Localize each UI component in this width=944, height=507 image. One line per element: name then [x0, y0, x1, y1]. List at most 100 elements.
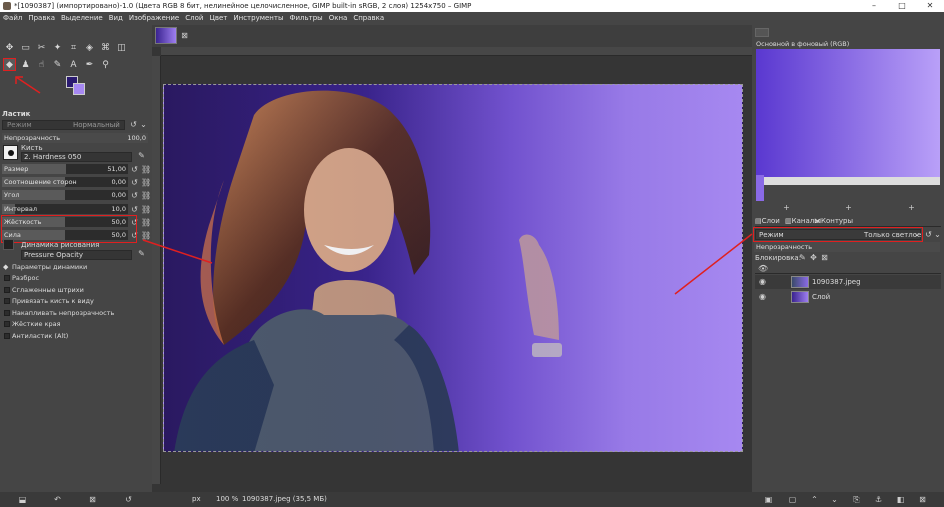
crop-tool-icon[interactable]: ⌗ — [67, 41, 80, 54]
dynamics-field[interactable]: Pressure Opacity — [21, 250, 132, 260]
menu-filters[interactable]: Фильтры — [286, 12, 325, 25]
window-title: *[1090387] (импортировано)-1.0 (Цвета RG… — [14, 2, 472, 10]
zoom-select[interactable]: 100 % — [216, 492, 238, 507]
menu-colors[interactable]: Цвет — [206, 12, 230, 25]
minimize-button[interactable]: – — [860, 0, 888, 12]
option-checkbox[interactable] — [4, 321, 10, 328]
slider-label: Соотношение сторон — [4, 178, 77, 187]
slider-link-icon[interactable]: ⛓ — [141, 191, 151, 200]
slider-2[interactable]: Угол 0,00 — [2, 190, 128, 201]
option-checkbox[interactable] — [4, 275, 10, 281]
eye-icon[interactable]: ◉ — [758, 292, 767, 301]
color-picker-tool-icon[interactable]: ✒ — [83, 58, 96, 71]
menu-select[interactable]: Выделение — [58, 12, 106, 25]
cage-tool-icon[interactable]: ◫ — [115, 41, 128, 54]
lock-pixels-icon[interactable]: ✎ — [798, 253, 807, 262]
slider-link-icon[interactable]: ⛓ — [141, 205, 151, 214]
fuzzy-select-tool-icon[interactable]: ✦ — [51, 41, 64, 54]
anchor-layer-icon[interactable]: ⚓ — [874, 495, 883, 504]
slider-link-icon[interactable]: ⛓ — [141, 218, 151, 227]
gradient-swatch[interactable] — [756, 175, 764, 201]
duplicate-layer-icon[interactable]: ⎘ — [852, 495, 861, 504]
mode-chevron-down-icon[interactable]: ⌄ — [139, 120, 148, 129]
option-checkbox[interactable] — [4, 298, 10, 305]
tab-layers[interactable]: ▤Слои — [755, 217, 780, 225]
unified-transform-tool-icon[interactable]: ◈ — [83, 41, 96, 54]
close-tab-icon[interactable]: ⊠ — [180, 31, 189, 40]
lower-layer-icon[interactable]: ⌄ — [830, 495, 839, 504]
slider-reset-icon[interactable]: ↺ — [130, 205, 139, 214]
slider-reset-icon[interactable]: ↺ — [130, 178, 139, 187]
background-color-swatch[interactable] — [73, 83, 85, 95]
restore-options-icon[interactable]: ↶ — [53, 495, 62, 504]
brush-preview[interactable] — [3, 145, 18, 160]
lasso-tool-icon[interactable]: ✂ — [35, 41, 48, 54]
gradient-edit-icon[interactable]: + — [907, 203, 916, 212]
menu-view[interactable]: Вид — [106, 12, 126, 25]
brush-name-field[interactable]: 2. Hardness 050 — [21, 152, 132, 162]
maximize-button[interactable]: □ — [888, 0, 916, 12]
gradient-preview[interactable] — [756, 49, 940, 185]
smudge-tool-icon[interactable]: ☝ — [35, 58, 48, 71]
menu-image[interactable]: Изображение — [126, 12, 182, 25]
option-checkbox[interactable] — [4, 333, 10, 339]
slider-3[interactable]: Интервал 10,0 — [2, 203, 128, 214]
text-tool-icon[interactable]: A — [67, 58, 80, 71]
gradient-duplicate-icon[interactable]: + — [844, 203, 853, 212]
slider-reset-icon[interactable]: ↺ — [130, 165, 139, 174]
menu-file[interactable]: Файл — [0, 12, 25, 25]
paths-tool-icon[interactable]: ✎ — [51, 58, 64, 71]
dynamics-preview-icon[interactable] — [3, 239, 14, 250]
menu-tools[interactable]: Инструменты — [230, 12, 286, 25]
eraser-tool-icon[interactable]: ◆ — [3, 58, 16, 71]
option-checkbox[interactable] — [4, 286, 10, 293]
tab-paths[interactable]: ⋈Контуры — [814, 217, 853, 225]
slider-link-icon[interactable]: ⛓ — [141, 178, 151, 187]
menu-help[interactable]: Справка — [350, 12, 387, 25]
layer-mode-reset-icon[interactable]: ↺ — [924, 230, 933, 239]
eye-icon[interactable]: ◉ — [758, 277, 767, 286]
dynamics-options-expander-icon[interactable]: ◆ — [3, 263, 8, 271]
zoom-tool-icon[interactable]: ⚲ — [99, 58, 112, 71]
menu-windows[interactable]: Окна — [326, 12, 351, 25]
move-tool-icon[interactable]: ✥ — [3, 41, 16, 54]
save-options-icon[interactable]: ⬓ — [18, 495, 27, 504]
brush-edit-icon[interactable]: ✎ — [137, 151, 146, 160]
layer-mode-dropdown-icon[interactable]: ⌄ — [933, 230, 942, 239]
navigator-tab-icon[interactable] — [755, 28, 769, 37]
mask-layer-icon[interactable]: ◧ — [896, 495, 905, 504]
rect-select-tool-icon[interactable]: ▭ — [19, 41, 32, 54]
menu-edit[interactable]: Правка — [25, 12, 58, 25]
horizontal-ruler[interactable] — [161, 47, 752, 56]
option-checkbox[interactable] — [4, 309, 10, 316]
image-tab-thumbnail[interactable] — [155, 27, 177, 44]
layer-row[interactable]: ◉ Слой — [755, 290, 941, 304]
tab-layers-label: Слои — [761, 217, 780, 225]
delete-options-icon[interactable]: ⊠ — [88, 495, 97, 504]
delete-layer-icon[interactable]: ⊠ — [918, 495, 927, 504]
raise-layer-icon[interactable]: ⌃ — [810, 495, 819, 504]
menu-layer[interactable]: Слой — [182, 12, 206, 25]
opacity-slider[interactable]: Непрозрачность 100,0 — [2, 133, 148, 143]
lock-position-icon[interactable]: ✥ — [809, 253, 818, 262]
image-canvas[interactable] — [163, 84, 743, 452]
clone-tool-icon[interactable]: ♟ — [19, 58, 32, 71]
warp-tool-icon[interactable]: ⌘ — [99, 41, 112, 54]
vertical-ruler[interactable] — [152, 56, 161, 484]
gradient-add-icon[interactable]: + — [782, 203, 791, 212]
gradient-stops-bar[interactable] — [756, 177, 940, 185]
new-layer-icon[interactable]: ▣ — [764, 495, 773, 504]
slider-link-icon[interactable]: ⛓ — [141, 165, 151, 174]
mode-reset-icon[interactable]: ↺ — [129, 120, 138, 129]
slider-reset-icon[interactable]: ↺ — [130, 191, 139, 200]
new-group-icon[interactable]: ▢ — [788, 495, 797, 504]
unit-select[interactable]: px — [192, 492, 201, 507]
slider-1[interactable]: Соотношение сторон 0,00 — [2, 177, 128, 188]
layer-row[interactable]: ◉ 1090387.jpeg — [755, 275, 941, 289]
reset-options-icon[interactable]: ↺ — [124, 495, 133, 504]
lock-alpha-icon[interactable]: ⊠ — [820, 253, 829, 262]
layer-opacity-slider[interactable]: Непрозрачность — [754, 242, 940, 252]
close-button[interactable]: ✕ — [916, 0, 944, 12]
mode-select[interactable]: Режим Нормальный — [2, 120, 125, 130]
slider-0[interactable]: Размер 51,00 — [2, 164, 128, 174]
